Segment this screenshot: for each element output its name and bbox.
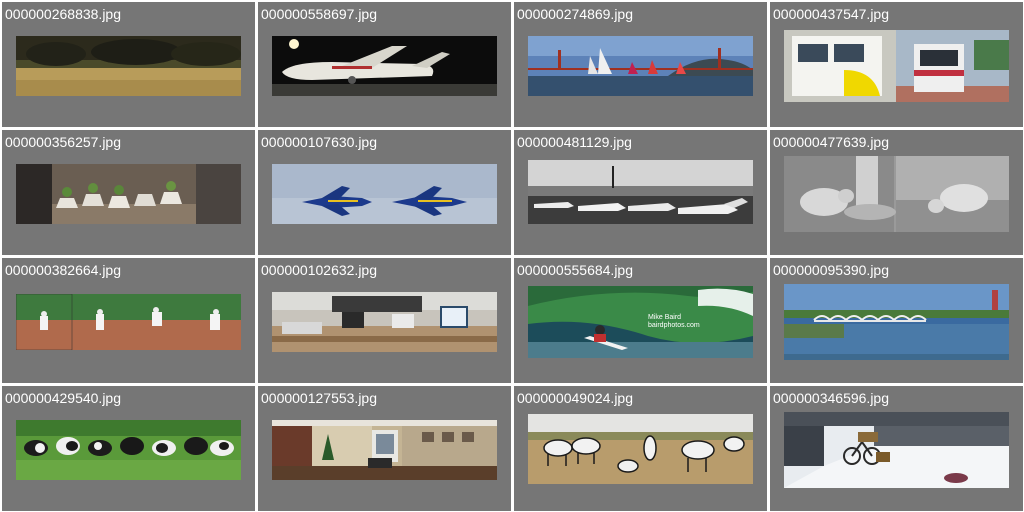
thumbnail-image[interactable]: [16, 420, 241, 480]
thumbnail-image[interactable]: [272, 420, 497, 480]
thumbnail-filename: 000000429540.jpg: [5, 390, 122, 406]
thumbnail-image[interactable]: [784, 30, 1009, 102]
thumbnail-image[interactable]: [784, 156, 1009, 232]
thumbnail-tile[interactable]: 000000437547.jpg: [770, 2, 1023, 127]
thumbnail-image[interactable]: [784, 412, 1009, 488]
thumbnail-image[interactable]: Mike Baird bairdphotos.com: [528, 286, 753, 358]
thumbnail-filename: 000000346596.jpg: [773, 390, 890, 406]
thumbnail-grid: 000000268838.jpg 000000558697.jpg 000000…: [0, 0, 1024, 512]
thumbnail-image[interactable]: [784, 284, 1009, 360]
thumbnail-tile[interactable]: 000000274869.jpg: [514, 2, 767, 127]
thumbnail-tile[interactable]: 000000049024.jpg: [514, 386, 767, 511]
thumbnail-image[interactable]: [272, 292, 497, 352]
thumbnail-image[interactable]: [272, 36, 497, 96]
thumbnail-filename: 000000558697.jpg: [261, 6, 378, 22]
thumbnail-filename: 000000274869.jpg: [517, 6, 634, 22]
thumbnail-tile[interactable]: 000000268838.jpg: [2, 2, 255, 127]
thumbnail-tile[interactable]: 000000102632.jpg: [258, 258, 511, 383]
thumbnail-filename: 000000481129.jpg: [517, 134, 632, 150]
thumbnail-filename: 000000127553.jpg: [261, 390, 378, 406]
thumbnail-filename: 000000268838.jpg: [5, 6, 122, 22]
thumbnail-tile[interactable]: 000000558697.jpg: [258, 2, 511, 127]
thumbnail-image[interactable]: [272, 164, 497, 224]
thumbnail-image[interactable]: [528, 36, 753, 96]
thumbnail-filename: 000000437547.jpg: [773, 6, 890, 22]
watermark-line-1: Mike Baird: [648, 314, 682, 321]
watermark-line-2: bairdphotos.com: [648, 322, 700, 329]
thumbnail-tile[interactable]: 000000346596.jpg: [770, 386, 1023, 511]
thumbnail-tile[interactable]: 000000127553.jpg: [258, 386, 511, 511]
thumbnail-filename: 000000049024.jpg: [517, 390, 634, 406]
thumbnail-image[interactable]: [528, 160, 753, 224]
thumbnail-filename: 000000382664.jpg: [5, 262, 122, 278]
thumbnail-tile[interactable]: 000000356257.jpg: [2, 130, 255, 255]
thumbnail-filename: 000000555684.jpg: [517, 262, 634, 278]
thumbnail-filename: 000000095390.jpg: [773, 262, 890, 278]
thumbnail-filename: 000000102632.jpg: [261, 262, 378, 278]
thumbnail-filename: 000000477639.jpg: [773, 134, 890, 150]
thumbnail-filename: 000000107630.jpg: [261, 134, 378, 150]
thumbnail-tile[interactable]: 000000382664.jpg: [2, 258, 255, 383]
thumbnail-tile[interactable]: 000000477639.jpg: [770, 130, 1023, 255]
thumbnail-tile[interactable]: 000000481129.jpg: [514, 130, 767, 255]
thumbnail-tile[interactable]: 000000555684.jpg Mike Baird bairdphotos.…: [514, 258, 767, 383]
thumbnail-tile[interactable]: 000000429540.jpg: [2, 386, 255, 511]
thumbnail-image[interactable]: [16, 294, 241, 350]
thumbnail-tile[interactable]: 000000095390.jpg: [770, 258, 1023, 383]
thumbnail-image[interactable]: [16, 36, 241, 96]
thumbnail-image[interactable]: [528, 414, 753, 484]
thumbnail-image[interactable]: [16, 164, 241, 224]
thumbnail-filename: 000000356257.jpg: [5, 134, 122, 150]
thumbnail-tile[interactable]: 000000107630.jpg: [258, 130, 511, 255]
